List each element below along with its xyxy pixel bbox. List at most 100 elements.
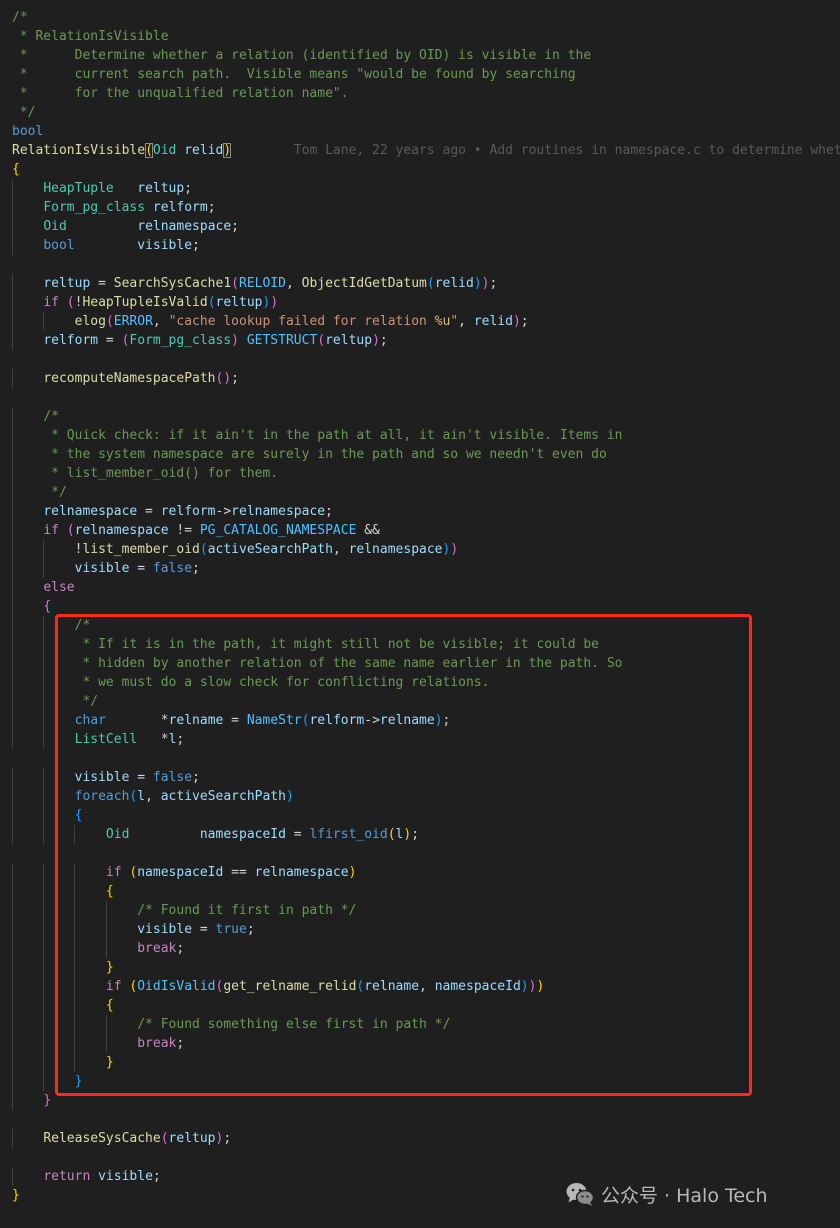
code-token: elog bbox=[74, 314, 106, 329]
code-editor[interactable]: /* * RelationIsVisible * Determine wheth… bbox=[0, 0, 840, 1228]
code-token: if bbox=[105, 979, 122, 994]
code-token: relid bbox=[184, 143, 224, 158]
code-token: list_member_oid bbox=[82, 542, 200, 557]
code-token: ( bbox=[387, 827, 396, 842]
code-token: , bbox=[332, 542, 349, 557]
code-token: { bbox=[105, 884, 114, 899]
code-token: && bbox=[356, 523, 380, 538]
code-token: * for the unqualified relation name". bbox=[12, 86, 349, 101]
code-token: OidIsValid bbox=[137, 979, 216, 994]
code-line: * Determine whether a relation (identifi… bbox=[12, 46, 591, 65]
code-line: HeapTuple reltup; bbox=[12, 179, 192, 198]
code-line: if (OidIsValid(get_relname_relid(relname… bbox=[12, 977, 544, 996]
code-token: reltup bbox=[43, 276, 91, 291]
code-token: HeapTuple bbox=[43, 181, 114, 196]
code-token: reltup bbox=[215, 295, 263, 310]
code-token: ) bbox=[223, 371, 232, 386]
code-line: /* bbox=[12, 616, 90, 635]
code-token: * we must do a slow check for conflictin… bbox=[74, 675, 490, 690]
code-line: if (namespaceId == relnamespace) bbox=[12, 863, 356, 882]
code-token: ; bbox=[379, 333, 388, 348]
code-token: } bbox=[105, 960, 114, 975]
code-token: /* bbox=[12, 10, 28, 25]
code-token: ( bbox=[105, 314, 114, 329]
code-token: " bbox=[450, 314, 459, 329]
wechat-icon bbox=[566, 1183, 595, 1206]
code-token: RelationIsVisible bbox=[12, 143, 146, 158]
code-token: = bbox=[285, 827, 310, 842]
code-token: ) bbox=[372, 333, 380, 348]
code-line: /* bbox=[12, 8, 28, 27]
code-token: { bbox=[105, 998, 114, 1013]
code-token: bool bbox=[12, 124, 44, 139]
code-token: } bbox=[12, 1188, 20, 1203]
code-token: reltup bbox=[137, 181, 185, 196]
code-line: } bbox=[12, 1091, 51, 1110]
code-token: */ bbox=[74, 694, 99, 709]
code-token: ReleaseSysCache bbox=[43, 1131, 161, 1146]
code-token: relname bbox=[379, 713, 435, 728]
code-token: ) bbox=[223, 143, 232, 158]
code-token: /* Found something else first in path */ bbox=[137, 1017, 451, 1032]
code-line: { bbox=[12, 996, 114, 1015]
code-token: relnamespace bbox=[254, 865, 349, 880]
code-token: ; bbox=[489, 276, 498, 291]
code-token: Form_pg_class bbox=[43, 200, 146, 215]
code-token: visible bbox=[74, 770, 130, 785]
code-token: ( bbox=[66, 523, 75, 538]
code-token: return bbox=[43, 1169, 91, 1184]
code-token: ; bbox=[520, 314, 529, 329]
code-token: ; bbox=[411, 827, 420, 842]
code-line: { bbox=[12, 806, 82, 825]
code-line: RelationIsVisible(Oid relid) Tom Lane, 2… bbox=[12, 141, 840, 160]
code-token: HeapTupleIsValid bbox=[82, 295, 208, 310]
code-token: ; bbox=[231, 371, 239, 386]
code-token: , bbox=[152, 314, 169, 329]
code-token: ( bbox=[207, 295, 216, 310]
code-token: visible bbox=[137, 238, 193, 253]
code-token: = bbox=[137, 504, 161, 519]
code-line: visible = true; bbox=[12, 920, 255, 939]
code-token: ) bbox=[450, 542, 459, 557]
code-token: , bbox=[419, 979, 435, 994]
code-token: lfirst_oid bbox=[309, 827, 388, 842]
code-line: break; bbox=[12, 1034, 184, 1053]
code-token: visible bbox=[98, 1169, 153, 1184]
code-token: != bbox=[168, 523, 200, 538]
code-token: ) bbox=[270, 295, 279, 310]
code-token: * hidden by another relation of the same… bbox=[74, 656, 623, 671]
code-line: char *relname = NameStr(relform->relname… bbox=[12, 711, 450, 730]
code-token: , bbox=[285, 276, 302, 291]
code-token: == bbox=[223, 865, 255, 880]
code-line: { bbox=[12, 160, 20, 179]
code-line: else bbox=[12, 578, 75, 597]
code-line: Form_pg_class relform; bbox=[12, 198, 216, 217]
code-line: } bbox=[12, 1186, 20, 1205]
code-token: visible bbox=[137, 922, 193, 937]
code-token: get_relname_relid bbox=[223, 979, 357, 994]
code-line: * for the unqualified relation name". bbox=[12, 84, 349, 103]
code-line: if (!HeapTupleIsValid(reltup)) bbox=[12, 293, 278, 312]
code-line: bool visible; bbox=[12, 236, 200, 255]
code-token: ) bbox=[512, 314, 521, 329]
code-token: relnamespace bbox=[231, 504, 326, 519]
code-token: = bbox=[90, 276, 114, 291]
code-token: else bbox=[43, 580, 75, 595]
code-token: ; bbox=[207, 200, 216, 215]
code-token: ( bbox=[317, 333, 326, 348]
code-line: */ bbox=[12, 692, 98, 711]
